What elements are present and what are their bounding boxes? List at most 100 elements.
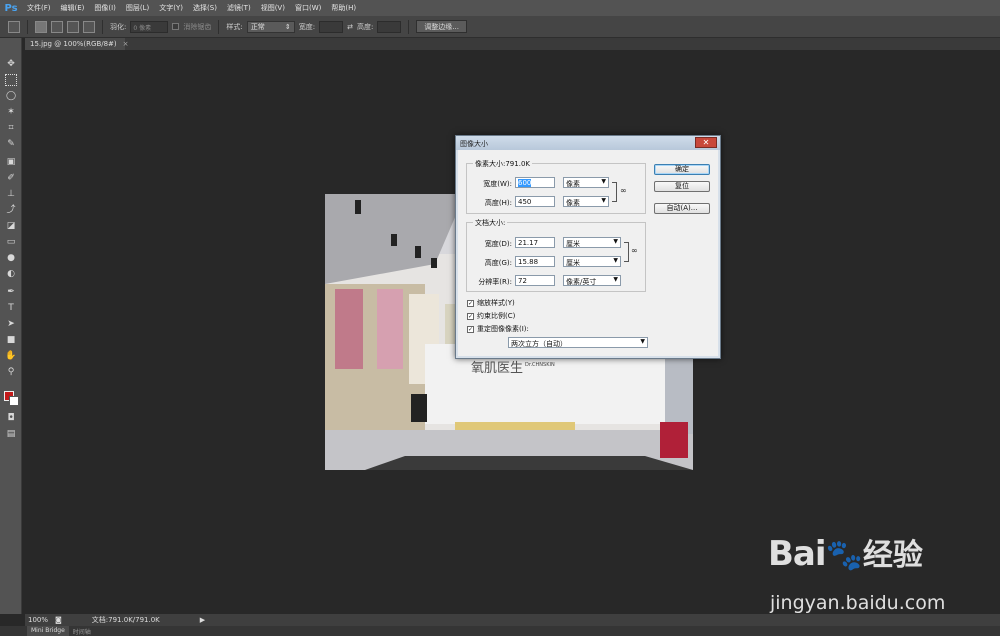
feather-input[interactable]: 0 像素 — [130, 20, 169, 33]
stamp-tool-icon[interactable]: ⊥ — [5, 188, 17, 200]
constrain-proportions-option[interactable]: ✓ 约束比例(C) — [467, 311, 515, 321]
divider — [27, 19, 28, 34]
pixel-height-input[interactable]: 450 — [515, 196, 555, 207]
menu-bar: Ps 文件(F) 编辑(E) 图像(I) 图层(L) 文字(Y) 选择(S) 滤… — [0, 0, 1000, 16]
history-brush-icon[interactable]: ⤴ — [5, 204, 17, 216]
tab-mini-bridge[interactable]: Mini Bridge — [27, 626, 69, 636]
refine-edge-button[interactable]: 调整边缘... — [416, 20, 467, 33]
image-size-dialog: 图像大小 ✕ 像素大小:791.0K 宽度(W): 600 像素 ▼ 高度(H):… — [455, 135, 721, 359]
baidu-watermark: Bai🐾经验 — [768, 530, 923, 574]
menu-help[interactable]: 帮助(H) — [326, 3, 361, 13]
zoom-level[interactable]: 100% — [25, 616, 55, 624]
style-select[interactable]: 正常 ⇕ — [246, 20, 295, 33]
menu-file[interactable]: 文件(F) — [22, 3, 56, 13]
add-selection-icon[interactable] — [51, 20, 63, 33]
magic-wand-tool-icon[interactable]: ✶ — [5, 106, 17, 118]
auto-button[interactable]: 自动(A)... — [654, 203, 710, 214]
intersect-selection-icon[interactable] — [83, 20, 95, 33]
subtract-selection-icon[interactable] — [67, 20, 79, 33]
doc-width-label: 宽度(D): — [484, 240, 512, 248]
feather-label: 羽化: — [110, 22, 127, 31]
chevron-down-icon: ▼ — [613, 238, 618, 245]
gradient-tool-icon[interactable]: ▭ — [5, 236, 17, 248]
pixel-link-bracket — [612, 182, 617, 202]
link-chain-icon: ∞ — [620, 186, 627, 195]
menu-image[interactable]: 图像(I) — [89, 3, 121, 13]
menu-layer[interactable]: 图层(L) — [121, 3, 154, 13]
document-tab[interactable]: 15.jpg @ 100%(RGB/8#) × — [25, 38, 129, 50]
swap-icon[interactable]: ⇄ — [347, 23, 353, 31]
divider — [218, 19, 220, 34]
doc-width-input[interactable]: 21.17 — [515, 237, 555, 248]
divider — [408, 19, 410, 34]
link-chain-icon: ∞ — [631, 246, 638, 255]
zoom-tool-icon[interactable]: ⚲ — [5, 366, 17, 378]
reset-button[interactable]: 复位 — [654, 181, 710, 192]
pixel-width-input[interactable]: 600 — [515, 177, 555, 188]
document-tab-bar: 15.jpg @ 100%(RGB/8#) × — [25, 38, 1000, 50]
doc-height-value: 15.88 — [518, 258, 539, 266]
height-input[interactable] — [377, 20, 402, 33]
brush-tool-icon[interactable]: ✐ — [5, 172, 17, 184]
pixel-height-unit-select[interactable]: 像素 ▼ — [563, 196, 609, 207]
paw-icon: 🐾 — [825, 538, 863, 573]
screen-mode-icon[interactable]: ▤ — [5, 428, 17, 440]
doc-height-unit-select[interactable]: 厘米 ▼ — [563, 256, 621, 267]
menu-filter[interactable]: 滤镜(T) — [222, 3, 256, 13]
hand-tool-icon[interactable]: ✋ — [5, 350, 17, 362]
resample-label: 重定图像像素(I): — [477, 325, 529, 333]
move-tool-icon[interactable]: ✥ — [5, 58, 17, 70]
menu-edit[interactable]: 编辑(E) — [56, 3, 90, 13]
options-bar: 羽化: 0 像素 消除锯齿 样式: 正常 ⇕ 宽度: ⇄ 高度: 调整边缘... — [0, 16, 1000, 38]
marquee-tool-icon[interactable] — [5, 74, 17, 86]
menu-type[interactable]: 文字(Y) — [154, 3, 188, 13]
dodge-tool-icon[interactable]: ◐ — [5, 268, 17, 280]
type-tool-icon[interactable]: T — [5, 302, 17, 314]
close-icon[interactable]: × — [123, 40, 129, 48]
tab-timeline[interactable]: 时间轴 — [69, 626, 95, 636]
checkmark-icon[interactable]: ✓ — [467, 312, 474, 320]
width-input[interactable] — [319, 20, 344, 33]
background-color-swatch[interactable] — [9, 396, 19, 406]
checkmark-icon[interactable]: ✓ — [467, 325, 474, 333]
antialias-checkbox[interactable] — [172, 23, 180, 30]
path-select-tool-icon[interactable]: ➤ — [5, 318, 17, 330]
menu-view[interactable]: 视图(V) — [256, 3, 290, 13]
marquee-preset-icon[interactable] — [8, 20, 20, 33]
pixel-height-label: 高度(H): — [484, 199, 512, 207]
photoshop-logo: Ps — [4, 2, 18, 14]
pixel-width-unit-select[interactable]: 像素 ▼ — [563, 177, 609, 188]
store-brand-text: Dr.CHNSKIN — [525, 362, 555, 368]
crop-tool-icon[interactable]: ⌗ — [5, 122, 17, 134]
antialias-label: 消除锯齿 — [183, 22, 212, 31]
scale-styles-option[interactable]: ✓ 缩放样式(Y) — [467, 298, 515, 308]
document-size-legend: 文档大小: — [473, 218, 508, 228]
resolution-unit: 像素/英寸 — [566, 278, 597, 286]
doc-width-unit-select[interactable]: 厘米 ▼ — [563, 237, 621, 248]
new-selection-icon[interactable] — [35, 20, 47, 33]
quick-mask-icon[interactable]: ◘ — [5, 412, 17, 424]
dialog-body: 像素大小:791.0K 宽度(W): 600 像素 ▼ 高度(H): 450 像素… — [458, 150, 718, 356]
shape-tool-icon[interactable]: ■ — [5, 334, 17, 346]
dialog-titlebar[interactable]: 图像大小 ✕ — [456, 136, 720, 150]
pen-tool-icon[interactable]: ✒ — [5, 286, 17, 298]
status-menu-arrow-icon[interactable]: ▶ — [200, 616, 205, 624]
blur-tool-icon[interactable]: ● — [5, 252, 17, 264]
resample-method-select[interactable]: 两次立方（自动） ▼ — [508, 337, 648, 348]
eyedropper-tool-icon[interactable]: ✎ — [5, 138, 17, 150]
resolution-input[interactable]: 72 — [515, 275, 555, 286]
menu-select[interactable]: 选择(S) — [188, 3, 222, 13]
eraser-tool-icon[interactable]: ◪ — [5, 220, 17, 232]
chevron-down-icon: ▼ — [601, 197, 606, 204]
ok-button[interactable]: 确定 — [654, 164, 710, 175]
doc-height-input[interactable]: 15.88 — [515, 256, 555, 267]
checkmark-icon[interactable]: ✓ — [467, 299, 474, 307]
dialog-close-button[interactable]: ✕ — [695, 137, 717, 148]
menu-window[interactable]: 窗口(W) — [290, 3, 326, 13]
resolution-label: 分辨率(R): — [478, 278, 512, 286]
resample-option[interactable]: ✓ 重定图像像素(I): — [467, 324, 529, 334]
chevron-down-icon: ▼ — [640, 338, 645, 345]
resolution-unit-select[interactable]: 像素/英寸 ▼ — [563, 275, 621, 286]
healing-tool-icon[interactable]: ▣ — [5, 156, 17, 168]
lasso-tool-icon[interactable]: ◯ — [5, 90, 17, 102]
